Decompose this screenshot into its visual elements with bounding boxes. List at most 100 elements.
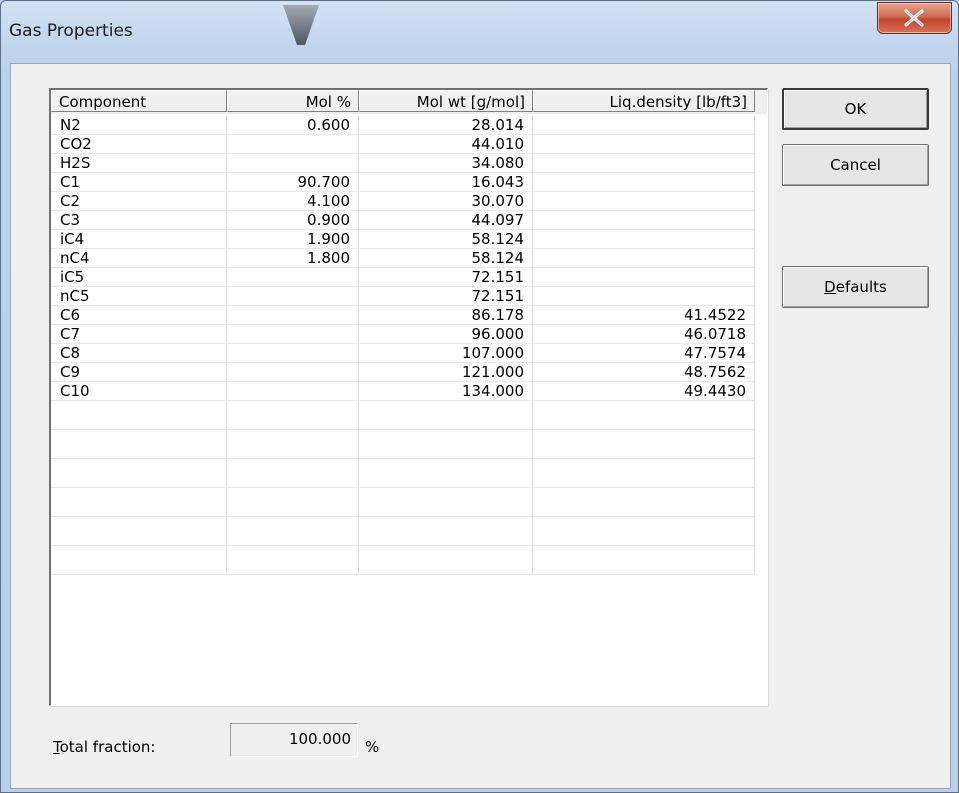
mol-percent-cell[interactable] xyxy=(227,344,359,363)
component-cell[interactable] xyxy=(51,459,227,488)
liq-density-cell[interactable] xyxy=(533,230,755,249)
mol-percent-cell[interactable] xyxy=(227,459,359,488)
mol-wt-cell[interactable]: 28.014 xyxy=(359,116,533,135)
liq-density-cell[interactable] xyxy=(533,154,755,173)
component-cell[interactable]: C2 xyxy=(51,192,227,211)
ok-button[interactable]: OK xyxy=(782,88,929,130)
mol-percent-cell[interactable]: 4.100 xyxy=(227,192,359,211)
liq-density-cell[interactable] xyxy=(533,249,755,268)
mol-percent-cell[interactable] xyxy=(227,488,359,517)
mol-percent-cell[interactable]: 90.700 xyxy=(227,173,359,192)
liq-density-cell[interactable]: 47.7574 xyxy=(533,344,755,363)
component-cell[interactable]: nC5 xyxy=(51,287,227,306)
column-header-mol-percent[interactable]: Mol % xyxy=(227,90,359,112)
component-cell[interactable]: C3 xyxy=(51,211,227,230)
component-cell[interactable] xyxy=(51,401,227,430)
component-cell[interactable]: C7 xyxy=(51,325,227,344)
liq-density-cell[interactable] xyxy=(533,211,755,230)
table-row[interactable]: C2 4.100 30.070 xyxy=(51,192,767,211)
component-cell[interactable]: iC5 xyxy=(51,268,227,287)
liq-density-cell[interactable] xyxy=(533,192,755,211)
liq-density-cell[interactable] xyxy=(533,430,755,459)
component-cell[interactable]: N2 xyxy=(51,116,227,135)
mol-wt-cell[interactable] xyxy=(359,488,533,517)
liq-density-cell[interactable]: 46.0718 xyxy=(533,325,755,344)
mol-wt-cell[interactable]: 58.124 xyxy=(359,230,533,249)
component-cell[interactable]: C9 xyxy=(51,363,227,382)
mol-wt-cell[interactable]: 16.043 xyxy=(359,173,533,192)
liq-density-cell[interactable] xyxy=(533,173,755,192)
mol-percent-cell[interactable] xyxy=(227,135,359,154)
table-row[interactable]: C8 107.000 47.7574 xyxy=(51,344,767,363)
table-row[interactable]: C9 121.000 48.7562 xyxy=(51,363,767,382)
liq-density-cell[interactable]: 41.4522 xyxy=(533,306,755,325)
mol-wt-cell[interactable]: 34.080 xyxy=(359,154,533,173)
mol-wt-cell[interactable]: 72.151 xyxy=(359,287,533,306)
column-header-mol-wt[interactable]: Mol wt [g/mol] xyxy=(359,90,533,112)
mol-percent-cell[interactable] xyxy=(227,517,359,546)
defaults-button[interactable]: Defaults xyxy=(782,266,929,308)
component-cell[interactable] xyxy=(51,546,227,575)
table-row[interactable]: C7 96.000 46.0718 xyxy=(51,325,767,344)
mol-percent-cell[interactable]: 1.800 xyxy=(227,249,359,268)
mol-wt-cell[interactable] xyxy=(359,517,533,546)
mol-percent-cell[interactable] xyxy=(227,430,359,459)
liq-density-cell[interactable] xyxy=(533,517,755,546)
table-row[interactable]: nC4 1.800 58.124 xyxy=(51,249,767,268)
column-header-component[interactable]: Component xyxy=(51,90,227,112)
mol-wt-cell[interactable]: 58.124 xyxy=(359,249,533,268)
component-cell[interactable] xyxy=(51,488,227,517)
mol-wt-cell[interactable]: 107.000 xyxy=(359,344,533,363)
mol-wt-cell[interactable]: 96.000 xyxy=(359,325,533,344)
mol-percent-cell[interactable] xyxy=(227,268,359,287)
component-cell[interactable]: CO2 xyxy=(51,135,227,154)
mol-percent-cell[interactable] xyxy=(227,287,359,306)
table-row[interactable]: iC4 1.900 58.124 xyxy=(51,230,767,249)
mol-wt-cell[interactable] xyxy=(359,401,533,430)
liq-density-cell[interactable]: 48.7562 xyxy=(533,363,755,382)
mol-wt-cell[interactable]: 30.070 xyxy=(359,192,533,211)
component-cell[interactable]: H2S xyxy=(51,154,227,173)
mol-wt-cell[interactable]: 72.151 xyxy=(359,268,533,287)
mol-wt-cell[interactable]: 44.097 xyxy=(359,211,533,230)
table-row[interactable]: C6 86.178 41.4522 xyxy=(51,306,767,325)
liq-density-cell[interactable] xyxy=(533,268,755,287)
component-cell[interactable]: C10 xyxy=(51,382,227,401)
liq-density-cell[interactable] xyxy=(533,488,755,517)
mol-wt-cell[interactable]: 44.010 xyxy=(359,135,533,154)
mol-wt-cell[interactable]: 134.000 xyxy=(359,382,533,401)
title-bar[interactable]: Gas Properties xyxy=(1,1,958,63)
column-header-liq-density[interactable]: Liq.density [lb/ft3] xyxy=(533,90,755,112)
table-row[interactable] xyxy=(51,430,767,459)
liq-density-cell[interactable] xyxy=(533,401,755,430)
liq-density-cell[interactable] xyxy=(533,116,755,135)
mol-percent-cell[interactable] xyxy=(227,546,359,575)
components-grid[interactable]: Component Mol % Mol wt [g/mol] Liq.densi… xyxy=(49,88,768,706)
table-row[interactable]: C1 90.700 16.043 xyxy=(51,173,767,192)
mol-percent-cell[interactable] xyxy=(227,363,359,382)
mol-percent-cell[interactable] xyxy=(227,306,359,325)
table-row[interactable]: H2S 34.080 xyxy=(51,154,767,173)
liq-density-cell[interactable] xyxy=(533,287,755,306)
mol-wt-cell[interactable] xyxy=(359,430,533,459)
mol-percent-cell[interactable]: 1.900 xyxy=(227,230,359,249)
mol-wt-cell[interactable]: 86.178 xyxy=(359,306,533,325)
table-row[interactable] xyxy=(51,517,767,546)
component-cell[interactable]: C1 xyxy=(51,173,227,192)
table-row[interactable]: nC5 72.151 xyxy=(51,287,767,306)
mol-percent-cell[interactable] xyxy=(227,401,359,430)
component-cell[interactable] xyxy=(51,517,227,546)
table-row[interactable]: N2 0.600 28.014 xyxy=(51,116,767,135)
table-row[interactable] xyxy=(51,546,767,575)
component-cell[interactable]: nC4 xyxy=(51,249,227,268)
component-cell[interactable]: C6 xyxy=(51,306,227,325)
mol-wt-cell[interactable] xyxy=(359,546,533,575)
total-fraction-field[interactable]: 100.000 xyxy=(230,723,358,757)
close-button[interactable] xyxy=(877,2,952,34)
liq-density-cell[interactable]: 49.4430 xyxy=(533,382,755,401)
table-row[interactable]: CO2 44.010 xyxy=(51,135,767,154)
table-row[interactable] xyxy=(51,459,767,488)
table-row[interactable] xyxy=(51,488,767,517)
cancel-button[interactable]: Cancel xyxy=(782,144,929,186)
mol-percent-cell[interactable]: 0.900 xyxy=(227,211,359,230)
